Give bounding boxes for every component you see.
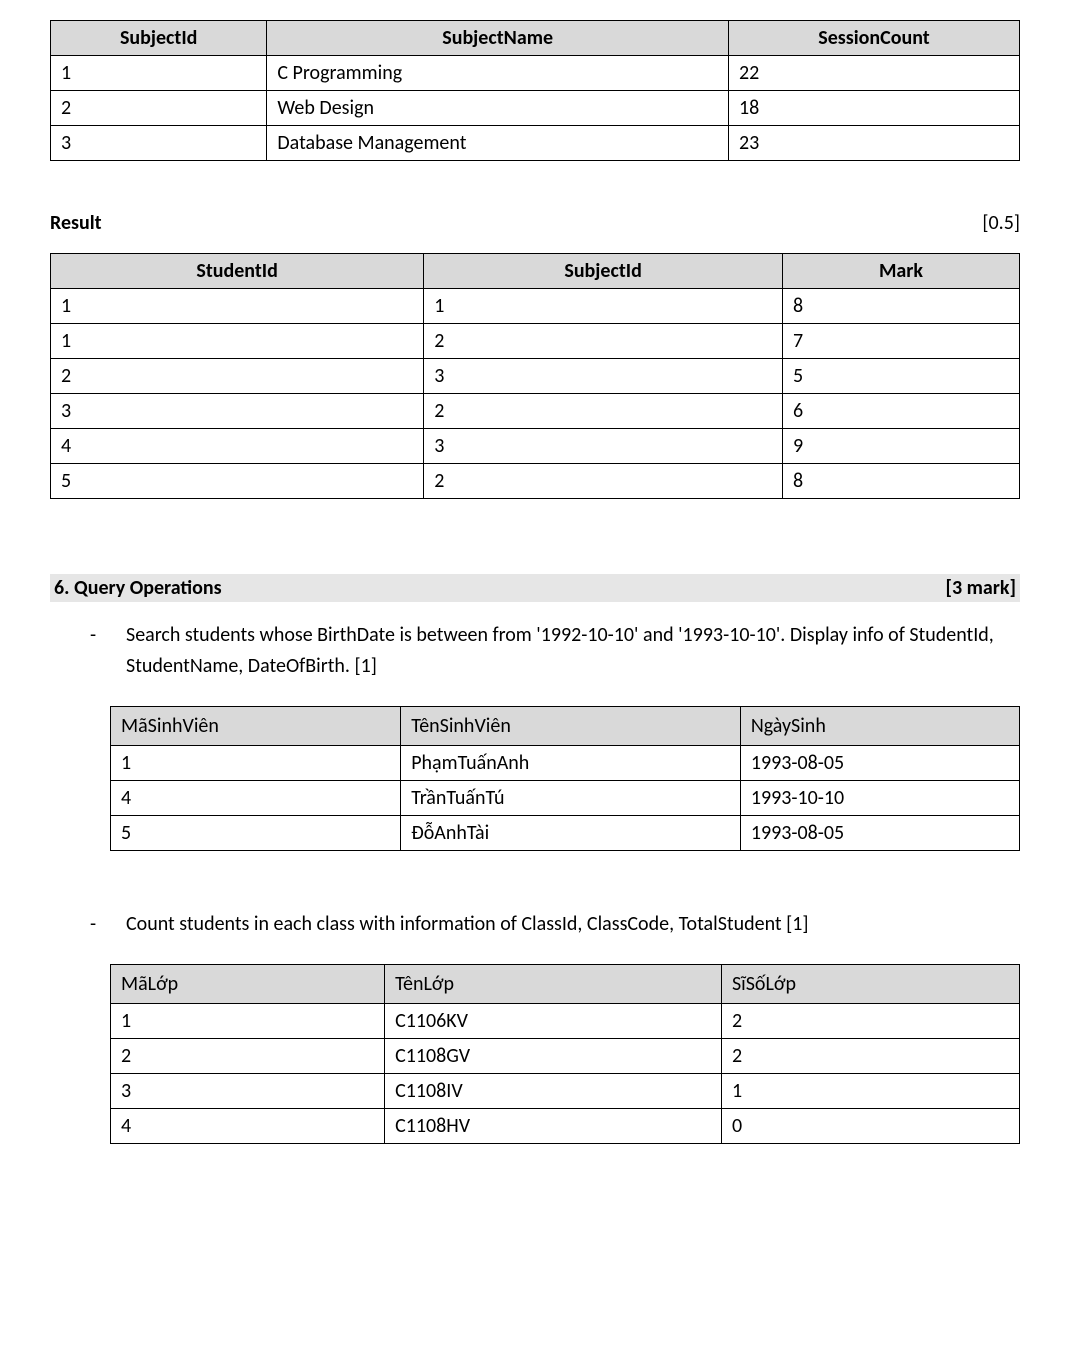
cell: 0 (721, 1109, 1019, 1144)
student-table: MãSinhViên TênSinhViên NgàySinh 1 PhạmTu… (110, 706, 1020, 851)
cell: 22 (728, 56, 1019, 91)
cell: 2 (424, 394, 783, 429)
cell: 2 (51, 91, 267, 126)
table-row: 1 C1106KV 2 (111, 1004, 1020, 1039)
class-table: MãLớp TênLớp SĩSốLớp 1 C1106KV 2 2 C1108… (110, 964, 1020, 1144)
cell: 6 (782, 394, 1019, 429)
cell: 1993-08-05 (740, 746, 1019, 781)
col-header: TênLớp (385, 965, 722, 1004)
cell: 2 (111, 1039, 385, 1074)
table-row: 3 Database Management 23 (51, 126, 1020, 161)
table-header-row: StudentId SubjectId Mark (51, 254, 1020, 289)
result-title: Result (50, 211, 102, 235)
cell: 2 (424, 464, 783, 499)
table-row: 2 C1108GV 2 (111, 1039, 1020, 1074)
table-row: 4 C1108HV 0 (111, 1109, 1020, 1144)
query-bullet-list: Search students whose BirthDate is betwe… (90, 620, 1020, 682)
col-header: SubjectId (424, 254, 783, 289)
cell: Database Management (267, 126, 729, 161)
cell: 1 (51, 289, 424, 324)
col-header: TênSinhViên (401, 707, 741, 746)
col-header: SubjectId (51, 21, 267, 56)
cell: 1 (51, 56, 267, 91)
query-mark: [3 mark] (946, 576, 1017, 600)
cell: 3 (111, 1074, 385, 1109)
cell: ĐỗAnhTài (401, 816, 741, 851)
col-header: MãLớp (111, 965, 385, 1004)
table-row: 1 1 8 (51, 289, 1020, 324)
cell: 7 (782, 324, 1019, 359)
table-row: 1 C Programming 22 (51, 56, 1020, 91)
cell: 5 (51, 464, 424, 499)
table-row: 3 2 6 (51, 394, 1020, 429)
col-header: SĩSốLớp (721, 965, 1019, 1004)
cell: 4 (111, 781, 401, 816)
cell: 2 (721, 1039, 1019, 1074)
table-row: 3 C1108IV 1 (111, 1074, 1020, 1109)
cell: 2 (51, 359, 424, 394)
cell: C1108HV (385, 1109, 722, 1144)
cell: 3 (51, 126, 267, 161)
col-header: Mark (782, 254, 1019, 289)
cell: C1108GV (385, 1039, 722, 1074)
cell: TrầnTuấnTú (401, 781, 741, 816)
query-heading-row: 6. Query Operations [3 mark] (50, 574, 1020, 602)
table-row: 2 3 5 (51, 359, 1020, 394)
cell: 8 (782, 464, 1019, 499)
cell: 5 (782, 359, 1019, 394)
cell: 2 (424, 324, 783, 359)
cell: 1 (51, 324, 424, 359)
cell: 3 (424, 429, 783, 464)
cell: 5 (111, 816, 401, 851)
cell: 2 (721, 1004, 1019, 1039)
result-heading-row: Result [0.5] (50, 211, 1020, 235)
cell: C1106KV (385, 1004, 722, 1039)
table-header-row: MãLớp TênLớp SĩSốLớp (111, 965, 1020, 1004)
query-bullet-list-2: Count students in each class with inform… (90, 909, 1020, 940)
table-row: 2 Web Design 18 (51, 91, 1020, 126)
cell: 1 (111, 746, 401, 781)
col-header: NgàySinh (740, 707, 1019, 746)
subject-table: SubjectId SubjectName SessionCount 1 C P… (50, 20, 1020, 161)
cell: 1 (111, 1004, 385, 1039)
cell: PhạmTuấnAnh (401, 746, 741, 781)
cell: 1993-08-05 (740, 816, 1019, 851)
cell: 3 (424, 359, 783, 394)
table-row: 4 3 9 (51, 429, 1020, 464)
cell: 8 (782, 289, 1019, 324)
cell: 1993-10-10 (740, 781, 1019, 816)
table-row: 1 PhạmTuấnAnh 1993-08-05 (111, 746, 1020, 781)
table-header-row: SubjectId SubjectName SessionCount (51, 21, 1020, 56)
result-table: StudentId SubjectId Mark 1 1 8 1 2 7 2 3… (50, 253, 1020, 499)
cell: 23 (728, 126, 1019, 161)
cell: C Programming (267, 56, 729, 91)
cell: 9 (782, 429, 1019, 464)
query-title: 6. Query Operations (54, 576, 222, 600)
result-mark: [0.5] (982, 211, 1020, 235)
list-item: Count students in each class with inform… (90, 909, 1020, 940)
col-header: StudentId (51, 254, 424, 289)
col-header: SessionCount (728, 21, 1019, 56)
col-header: MãSinhViên (111, 707, 401, 746)
col-header: SubjectName (267, 21, 729, 56)
table-row: 1 2 7 (51, 324, 1020, 359)
cell: Web Design (267, 91, 729, 126)
table-row: 4 TrầnTuấnTú 1993-10-10 (111, 781, 1020, 816)
cell: 4 (51, 429, 424, 464)
cell: 4 (111, 1109, 385, 1144)
list-item: Search students whose BirthDate is betwe… (90, 620, 1020, 682)
table-row: 5 ĐỗAnhTài 1993-08-05 (111, 816, 1020, 851)
cell: C1108IV (385, 1074, 722, 1109)
table-row: 5 2 8 (51, 464, 1020, 499)
cell: 1 (424, 289, 783, 324)
cell: 1 (721, 1074, 1019, 1109)
table-header-row: MãSinhViên TênSinhViên NgàySinh (111, 707, 1020, 746)
cell: 18 (728, 91, 1019, 126)
cell: 3 (51, 394, 424, 429)
